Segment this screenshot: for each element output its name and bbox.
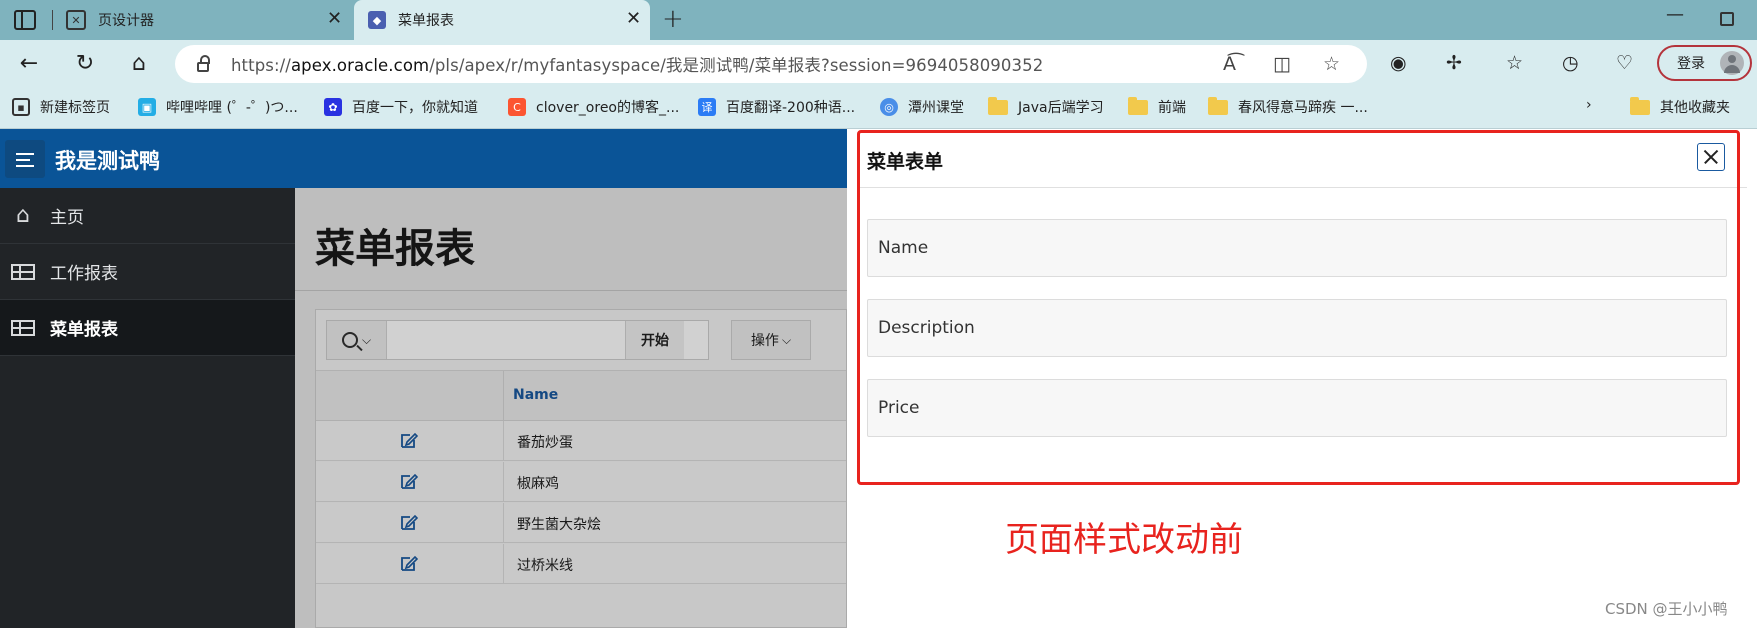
tanzhou-icon: ◎ [880, 98, 898, 116]
read-aloud-icon[interactable]: A͡ [1223, 53, 1236, 75]
nav-item-label: 主页 [50, 208, 84, 228]
browser-toolbar: ← ↻ ⌂ https://apex.oracle.com/pls/apex/r… [0, 40, 1757, 86]
tab-actions-icon[interactable] [14, 10, 36, 30]
field-label: Price [878, 398, 920, 418]
tab-menu-report[interactable]: ◆ 菜单报表 ✕ [354, 0, 650, 40]
avatar [1720, 51, 1744, 75]
description-field[interactable]: Description [867, 299, 1727, 357]
home-icon: ⌂ [16, 203, 30, 228]
name-field[interactable]: Name [867, 219, 1727, 277]
field-label: Description [878, 318, 975, 338]
refresh-icon[interactable]: ↻ [70, 48, 100, 78]
apex-app-icon: ◆ [368, 11, 386, 29]
bookmark-folder[interactable]: 春风得意马蹄疾 一... [1208, 96, 1368, 117]
designer-icon: ✕ [66, 10, 86, 30]
folder-icon [988, 96, 1008, 115]
table-icon [10, 263, 36, 280]
baidu-icon: ✿ [324, 98, 342, 116]
lock-icon[interactable] [197, 55, 210, 72]
favorite-star-icon[interactable]: ☆ [1323, 53, 1340, 75]
profile-login-button[interactable]: 登录 [1657, 45, 1752, 81]
baidu-translate-icon: 译 [698, 98, 716, 116]
bookmark-item[interactable]: ▣ 哔哩哔哩 (゜-゜)つ... [138, 97, 298, 117]
bookmarks-bar: ▪ 新建标签页 ▣ 哔哩哔哩 (゜-゜)つ... ✿ 百度一下，你就知道 C c… [0, 86, 1757, 129]
nav-item-home[interactable]: ⌂ 主页 [0, 188, 295, 244]
nav-item-label: 工作报表 [50, 264, 118, 284]
field-label: Name [878, 238, 929, 258]
performance-icon[interactable]: ♡ [1616, 52, 1633, 74]
new-tab-icon: ▪ [12, 98, 30, 116]
puzzle-icon[interactable]: ✢ [1446, 52, 1462, 74]
modal-backdrop [295, 188, 847, 628]
other-bookmarks-folder[interactable]: 其他收藏夹 [1630, 96, 1730, 117]
close-tab-icon[interactable]: ✕ [327, 8, 342, 29]
price-field[interactable]: Price [867, 379, 1727, 437]
annotation-text: 页面样式改动前 [1005, 520, 1243, 560]
folder-icon [1128, 96, 1148, 115]
bookmark-folder[interactable]: 前端 [1128, 96, 1186, 117]
bookmark-item[interactable]: ✿ 百度一下，你就知道 [324, 97, 478, 117]
tab-page-designer[interactable]: ✕ 页设计器 ✕ [52, 0, 352, 40]
tab-title: 页设计器 [98, 13, 154, 29]
split-screen-icon[interactable]: ◫ [1273, 53, 1291, 75]
minimize-icon[interactable]: — [1666, 4, 1684, 25]
bookmark-item[interactable]: C clover_oreo的博客_... [508, 97, 679, 117]
tab-title: 菜单报表 [398, 13, 454, 29]
dialog-title: 菜单表单 [867, 151, 944, 173]
browser-tab-bar: ✕ 页设计器 ✕ ◆ 菜单报表 ✕ + — [0, 0, 1757, 40]
bookmark-item[interactable]: ▪ 新建标签页 [12, 97, 110, 117]
nav-item-label: 菜单报表 [50, 320, 118, 340]
menu-form-dialog: 菜单表单 Name Description Price [847, 129, 1757, 628]
bookmark-item[interactable]: 译 百度翻译-200种语... [698, 97, 855, 117]
back-icon[interactable]: ← [14, 48, 44, 78]
side-navigation: ⌂ 主页 工作报表 菜单报表 [0, 188, 295, 628]
bookmarks-overflow-icon[interactable]: › [1586, 97, 1592, 113]
nav-item-work-report[interactable]: 工作报表 [0, 244, 295, 300]
home-icon[interactable]: ⌂ [124, 48, 154, 78]
folder-icon [1630, 96, 1650, 115]
watermark: CSDN @王小小鸭 [1605, 600, 1728, 618]
extension-icon[interactable]: ◉ [1390, 52, 1407, 74]
menu-toggle-icon[interactable] [5, 140, 45, 178]
close-icon[interactable] [1697, 143, 1725, 171]
maximize-icon[interactable] [1720, 12, 1734, 26]
favorites-icon[interactable]: ☆ [1506, 52, 1523, 74]
close-tab-icon[interactable]: ✕ [626, 8, 641, 29]
nav-item-menu-report[interactable]: 菜单报表 [0, 300, 295, 356]
divider [857, 187, 1747, 188]
table-icon [10, 319, 36, 336]
app-header: 我是测试鸭 [0, 129, 847, 188]
folder-icon [1208, 96, 1228, 115]
new-tab-icon[interactable]: + [662, 4, 684, 34]
login-label: 登录 [1677, 56, 1705, 72]
history-icon[interactable]: ◷ [1562, 52, 1579, 74]
url-text: https://apex.oracle.com/pls/apex/r/myfan… [231, 56, 1044, 75]
app-title[interactable]: 我是测试鸭 [55, 145, 160, 175]
bookmark-folder[interactable]: Java后端学习 [988, 96, 1104, 117]
bookmark-item[interactable]: ◎ 潭州课堂 [880, 97, 964, 117]
csdn-icon: C [508, 98, 526, 116]
address-bar[interactable]: https://apex.oracle.com/pls/apex/r/myfan… [175, 45, 1367, 83]
bilibili-icon: ▣ [138, 98, 156, 116]
